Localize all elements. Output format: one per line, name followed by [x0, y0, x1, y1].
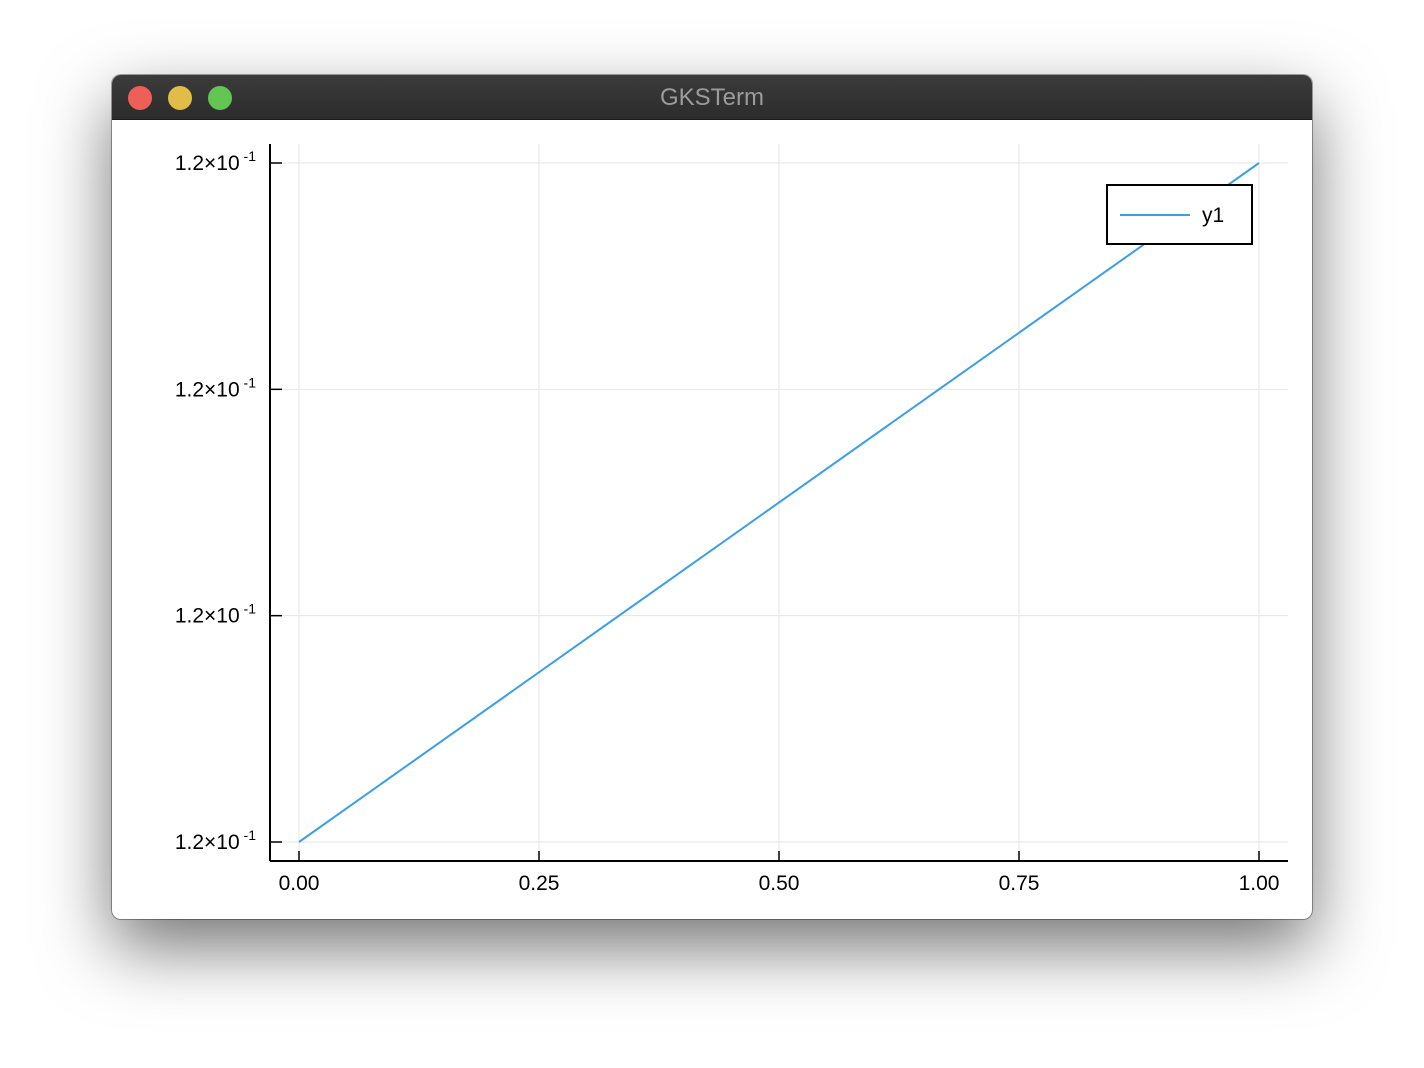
gksterm-window: GKSTerm 0.00 0.25 0.50 0.75 1.00 1.2×10 -1 1.… [112, 75, 1312, 919]
x-tick-label: 0.00 [279, 872, 320, 895]
plot-area: 0.00 0.25 0.50 0.75 1.00 1.2×10 -1 1.2×10 -1 1… [112, 119, 1312, 919]
y-tick-label: 1.2×10 -1 [175, 827, 256, 854]
x-tick-label: 1.00 [1239, 872, 1280, 895]
y-tick-labels: 1.2×10 -1 1.2×10 -1 1.2×10 -1 1.2×10 -1 [175, 148, 256, 854]
y-tick-label: 1.2×10 -1 [175, 148, 256, 175]
window-title: GKSTerm [659, 84, 764, 111]
x-tick-label: 0.25 [519, 872, 560, 895]
x-tick-label: 0.75 [999, 872, 1040, 895]
legend-label: y1 [1202, 204, 1224, 227]
legend: y1 [1106, 184, 1253, 245]
title-bar[interactable]: GKSTerm [112, 75, 1312, 120]
y-tick-label: 1.2×10 -1 [175, 601, 256, 628]
x-tick-label: 0.50 [759, 872, 800, 895]
line-chart: 0.00 0.25 0.50 0.75 1.00 1.2×10 -11.2×10 -11… [175, 144, 1288, 895]
x-tick-labels: 0.00 0.25 0.50 0.75 1.00 [279, 872, 1280, 895]
y-tick-label: 1.2×10 -1 [175, 374, 256, 401]
